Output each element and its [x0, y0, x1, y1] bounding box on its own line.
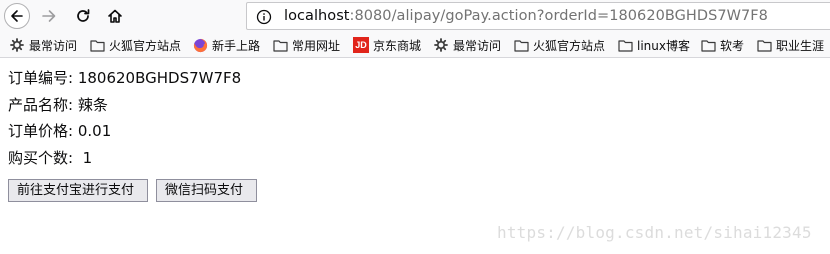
reload-icon — [77, 9, 90, 22]
bookmark-label: 京东商城 — [373, 38, 422, 53]
home-icon — [108, 9, 122, 23]
navigation-toolbar: localhost:8080/alipay/goPay.action?order… — [0, 0, 830, 32]
bookmark-most-visited[interactable]: 最常访问 — [9, 36, 77, 54]
folder-icon — [272, 37, 288, 53]
folder-icon — [756, 37, 772, 53]
watermark: https://blog.csdn.net/sihai12345 — [497, 223, 812, 242]
jd-icon: JD — [353, 37, 369, 53]
bookmark-jd[interactable]: JD 京东商城 — [353, 36, 421, 54]
bookmark-linux-blog[interactable]: linux博客 — [617, 36, 690, 54]
info-icon[interactable] — [256, 9, 272, 25]
bookmark-label: 新手上路 — [212, 38, 261, 53]
bookmark-label: 最常访问 — [29, 38, 78, 53]
url-path: :8080/alipay/goPay.action?orderId=180620… — [349, 8, 768, 24]
bookmark-most-visited-2[interactable]: 最常访问 — [433, 36, 501, 54]
quantity-row: 购买个数: 1 — [8, 148, 241, 168]
folder-icon — [513, 37, 529, 53]
folder-icon — [89, 37, 105, 53]
order-id-label: 订单编号: — [8, 69, 74, 87]
alipay-pay-button[interactable]: 前往支付宝进行支付 — [8, 179, 148, 202]
gear-icon — [433, 37, 449, 53]
order-id-row: 订单编号: 180620BGHDS7W7F8 — [8, 68, 241, 88]
quantity-value: 1 — [82, 148, 93, 167]
home-button[interactable] — [102, 3, 128, 29]
folder-icon — [617, 37, 633, 53]
bookmark-getting-started[interactable]: 新手上路 — [192, 36, 260, 54]
bookmark-label: 软考 — [720, 38, 745, 53]
order-price-label: 订单价格: — [8, 122, 74, 140]
bookmark-label: 常用网址 — [292, 38, 341, 53]
firefox-icon — [192, 37, 208, 53]
gear-icon — [9, 37, 25, 53]
folder-icon — [700, 37, 716, 53]
bookmark-label: 火狐官方站点 — [109, 38, 182, 53]
bookmark-label: 职业生涯 — [776, 38, 825, 53]
bookmarks-toolbar: 最常访问 火狐官方站点 新手上路 常用网址 JD 京东商城 最常访问 火狐官方站… — [0, 32, 830, 58]
order-price-row: 订单价格: 0.01 — [8, 121, 241, 141]
product-name-value: 辣条 — [77, 95, 108, 114]
url-host: localhost — [284, 8, 350, 24]
bookmark-label: 最常访问 — [453, 38, 502, 53]
bookmark-label: linux博客 — [637, 38, 690, 53]
wechat-pay-button[interactable]: 微信扫码支付 — [156, 179, 257, 202]
bookmark-label: 火狐官方站点 — [533, 38, 606, 53]
product-name-row: 产品名称: 辣条 — [8, 95, 241, 115]
bookmark-firefox-site-2[interactable]: 火狐官方站点 — [513, 36, 605, 54]
forward-button[interactable] — [36, 3, 62, 29]
order-price-value: 0.01 — [77, 122, 112, 140]
url-text[interactable]: localhost:8080/alipay/goPay.action?order… — [284, 8, 768, 24]
url-bar[interactable]: localhost:8080/alipay/goPay.action?order… — [246, 2, 830, 30]
bookmark-common-sites[interactable]: 常用网址 — [272, 36, 340, 54]
bookmark-ruankao[interactable]: 软考 — [700, 36, 744, 54]
back-button[interactable] — [4, 3, 30, 29]
reload-button[interactable] — [70, 3, 96, 29]
quantity-label: 购买个数: — [8, 148, 74, 167]
forward-arrow-icon — [42, 10, 56, 22]
product-name-label: 产品名称: — [8, 95, 74, 114]
order-id-value: 180620BGHDS7W7F8 — [77, 69, 242, 87]
back-arrow-icon — [11, 10, 23, 22]
bookmark-career[interactable]: 职业生涯 — [756, 36, 824, 54]
bookmark-firefox-site[interactable]: 火狐官方站点 — [89, 36, 181, 54]
order-details: 订单编号: 180620BGHDS7W7F8 产品名称: 辣条 订单价格: 0.… — [8, 68, 241, 174]
